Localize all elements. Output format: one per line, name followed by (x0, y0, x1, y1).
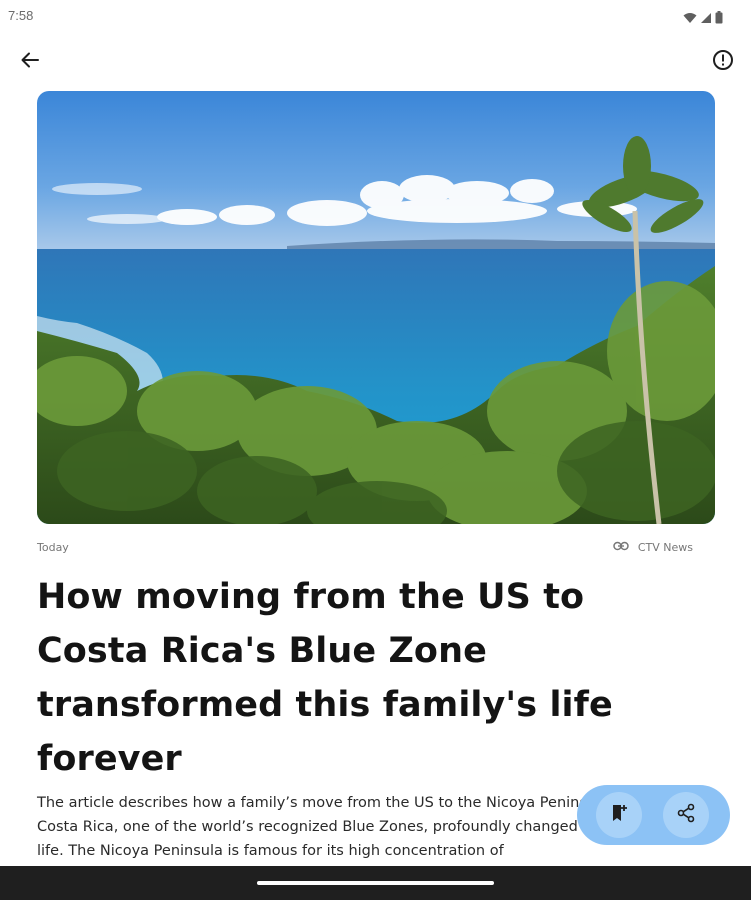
article-meta-row: Today CTV News (37, 541, 693, 557)
article-screen: 7:58 Today CTV News How moving from the … (0, 0, 751, 900)
article-source-link[interactable]: CTV News (613, 541, 693, 554)
alert-circle-icon (712, 49, 734, 75)
wifi-icon (683, 9, 697, 28)
status-bar: 7:58 (0, 0, 751, 32)
coastal-landscape-image (37, 91, 715, 524)
signal-icon (700, 9, 712, 28)
status-icons (683, 9, 723, 28)
back-button[interactable] (16, 48, 44, 76)
share-icon (676, 803, 696, 827)
article-hero-image[interactable] (37, 91, 715, 524)
gesture-handle[interactable] (257, 881, 494, 885)
report-button[interactable] (709, 48, 737, 76)
arrow-back-icon (20, 50, 40, 74)
article-summary: The article describes how a family’s mov… (37, 795, 627, 859)
bookmark-add-icon (609, 803, 629, 827)
battery-icon (715, 9, 723, 28)
status-time: 7:58 (8, 8, 34, 23)
link-icon (613, 541, 629, 554)
article-headline: How moving from the US to Costa Rica's B… (37, 577, 613, 779)
save-button[interactable] (596, 792, 642, 838)
article-date: Today (37, 541, 69, 554)
share-button[interactable] (663, 792, 709, 838)
article-actions-pill (577, 785, 730, 845)
app-bar (0, 40, 751, 84)
system-nav-bar (0, 866, 751, 900)
article-source: CTV News (637, 541, 693, 554)
